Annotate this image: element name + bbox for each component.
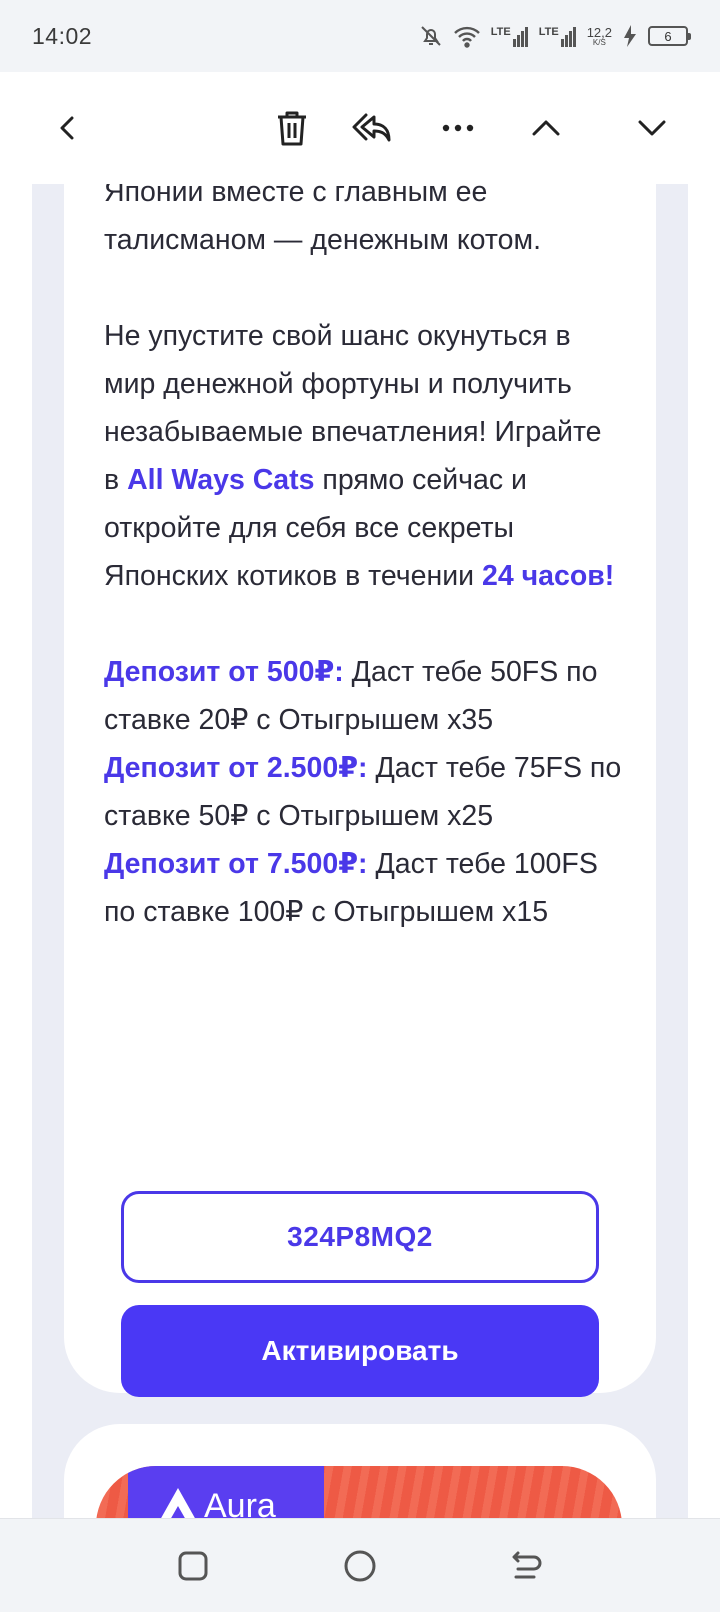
more-icon [442, 124, 474, 132]
recent-apps-button[interactable] [165, 1538, 221, 1594]
status-time: 14:02 [32, 22, 93, 49]
home-button[interactable] [332, 1538, 388, 1594]
promo-banner[interactable]: Aura [96, 1466, 622, 1518]
text-line-partial: Японии вместе с главным ее [104, 184, 488, 208]
chevron-up-icon [532, 120, 560, 136]
back-icon [60, 116, 74, 140]
lte-label: LTE [490, 26, 511, 38]
status-icons: LTE LTE 12,2 K/S 6 [419, 24, 691, 48]
trash-icon [278, 111, 306, 146]
mute-notification-icon [419, 24, 443, 48]
next-message-button[interactable] [628, 104, 676, 152]
deposit-item: Депозит от 500₽: Даст тебе 50FS по ставк… [104, 648, 624, 744]
network-speed: 12,2 K/S [587, 26, 612, 47]
speed-unit: K/S [592, 37, 606, 47]
circle-icon [344, 1550, 376, 1581]
more-button[interactable] [434, 104, 482, 152]
next-card: Aura [64, 1424, 656, 1518]
signal-lte-1: LTE [491, 25, 529, 47]
mail-toolbar [0, 72, 720, 184]
promo-text: Японии вместе с главным ее талисманом — … [104, 184, 624, 936]
email-body: Японии вместе с главным ее талисманом — … [32, 184, 688, 1518]
deposit-item: Депозит от 2.500₽: Даст тебе 75FS по ста… [104, 744, 624, 840]
activate-button[interactable]: Активировать [121, 1305, 599, 1397]
battery-icon: 6 [648, 26, 691, 46]
game-name-highlight[interactable]: All Ways Cats [127, 464, 314, 496]
aura-logo-icon [161, 1488, 195, 1518]
paragraph-2: Не упустите свой шанс окунуться в мир де… [104, 312, 624, 600]
duration-highlight: 24 часов! [482, 560, 615, 592]
wifi-icon [453, 24, 481, 48]
paragraph-1: талисманом — денежным котом. [104, 224, 542, 256]
lte-label: LTE [538, 26, 559, 38]
banner-brand-text: Aura [204, 1487, 276, 1518]
deposit-item: Депозит от 7.500₽: Даст тебе 100FS по ст… [104, 840, 624, 936]
speed-value: 12,2 [586, 24, 612, 40]
signal-lte-2: LTE [539, 25, 577, 47]
deposit-label: Депозит от 7.500₽: [104, 848, 368, 880]
deposit-label: Депозит от 2.500₽: [104, 752, 368, 784]
promo-card: Японии вместе с главным ее талисманом — … [64, 184, 656, 1397]
deposit-list: Депозит от 500₽: Даст тебе 50FS по ставк… [104, 648, 624, 936]
battery-level: 6 [664, 28, 672, 44]
back-arrow-icon [512, 1551, 542, 1578]
reply-all-icon [352, 113, 391, 142]
deposit-label: Депозит от 500₽: [104, 656, 344, 688]
charging-icon [622, 24, 638, 48]
previous-message-button[interactable] [522, 104, 570, 152]
square-icon [178, 1551, 208, 1580]
promo-code-box[interactable]: 324P8MQ2 [121, 1191, 599, 1283]
reply-all-button[interactable] [348, 104, 396, 152]
signal-bars-icon [560, 27, 576, 47]
chevron-down-icon [638, 120, 666, 136]
delete-button[interactable] [268, 104, 316, 152]
system-nav-bar [0, 1518, 720, 1612]
back-nav-button[interactable] [499, 1538, 555, 1594]
status-bar: 14:02 LTE LTE 12,2 K/S 6 [0, 0, 720, 72]
signal-bars-icon [512, 27, 528, 47]
banner-brand: Aura [128, 1466, 324, 1518]
back-button[interactable] [44, 104, 92, 152]
